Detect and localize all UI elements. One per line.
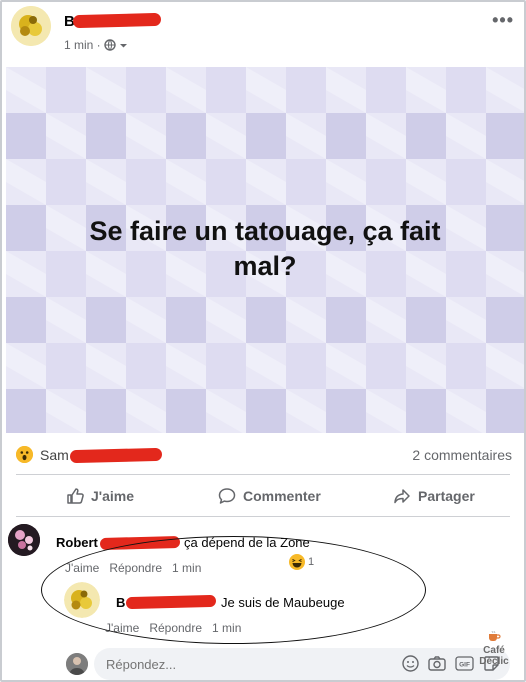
- current-user-avatar[interactable]: [66, 653, 88, 675]
- comment-label: Commenter: [243, 488, 321, 504]
- reply-input[interactable]: [106, 657, 366, 672]
- image-caption: Se faire un tatouage, ça fait mal?: [89, 216, 441, 281]
- redaction-bar: [72, 12, 162, 29]
- globe-icon: [103, 39, 116, 51]
- share-icon: [394, 489, 410, 504]
- reactor-name[interactable]: Sam: [40, 447, 69, 463]
- highlight-ellipse: [41, 536, 426, 644]
- comment-icon: [218, 488, 236, 504]
- share-button[interactable]: Partager: [393, 486, 475, 506]
- gif-icon[interactable]: GIF: [455, 655, 474, 672]
- like-label: J'aime: [91, 488, 135, 504]
- author-avatar[interactable]: [11, 6, 51, 46]
- post-image[interactable]: Se faire un tatouage, ça fait mal?: [6, 67, 524, 433]
- redaction-bar: [69, 447, 163, 464]
- chevron-down-icon[interactable]: [119, 41, 128, 50]
- reply-composer[interactable]: GIF: [94, 648, 510, 680]
- comment-author[interactable]: Robert: [56, 535, 98, 550]
- post-time[interactable]: 1 min ·: [64, 38, 101, 52]
- thumbs-up-icon: [67, 488, 84, 504]
- divider: [16, 516, 510, 517]
- comment-button[interactable]: Commenter: [218, 486, 321, 506]
- like-button[interactable]: J'aime: [66, 486, 134, 506]
- post-meta: 1 min ·: [64, 38, 128, 52]
- emoji-icon[interactable]: [402, 655, 419, 672]
- divider: [16, 474, 510, 475]
- comments-count[interactable]: 2 commentaires: [412, 447, 512, 463]
- camera-icon[interactable]: [428, 655, 446, 672]
- more-options-icon[interactable]: •••: [492, 10, 514, 31]
- commenter-avatar[interactable]: [8, 524, 40, 556]
- coffee-cup-icon: [489, 630, 501, 641]
- svg-text:GIF: GIF: [459, 662, 470, 669]
- share-label: Partager: [418, 488, 475, 504]
- wow-reaction-icon[interactable]: [16, 446, 33, 463]
- cafe-declic-watermark: Café Déclic: [474, 630, 514, 667]
